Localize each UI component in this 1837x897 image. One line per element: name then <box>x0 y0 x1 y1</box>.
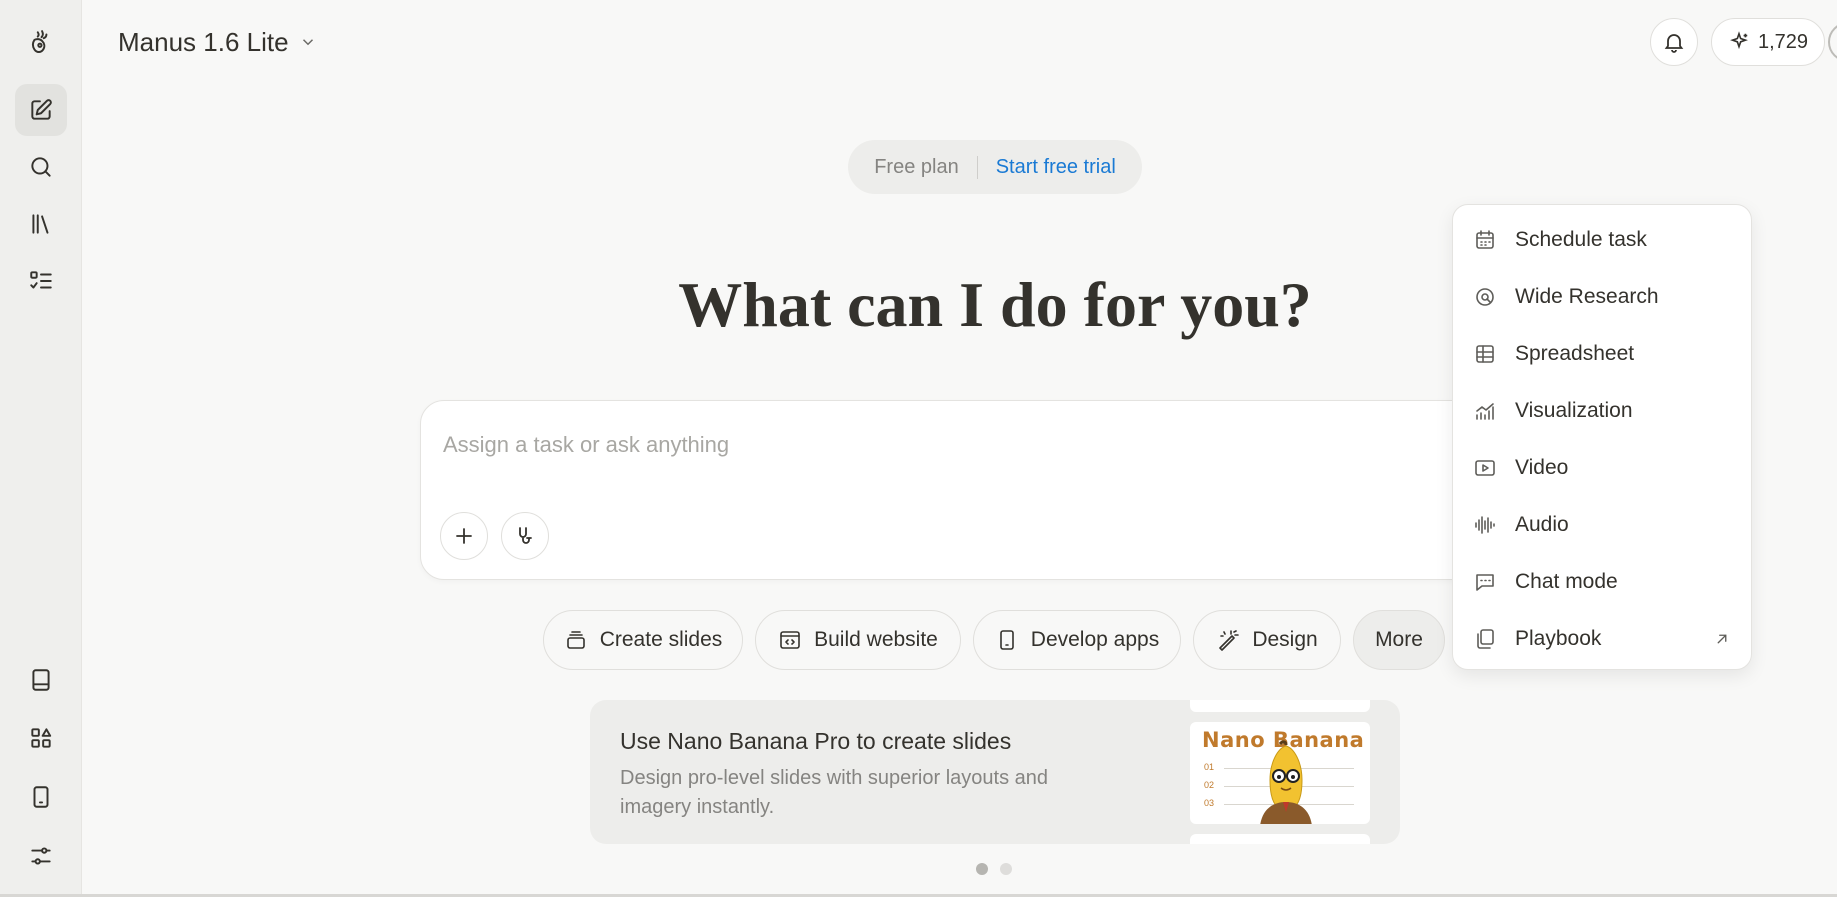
thumb-row-num: 01 <box>1204 762 1215 772</box>
sparkle-icon <box>1730 31 1748 50</box>
plan-banner: Free plan Start free trial <box>848 140 1142 194</box>
menu-item-label: Video <box>1515 456 1569 479</box>
promo-thumb-next <box>1190 834 1370 844</box>
settings-icon <box>31 847 51 865</box>
more-button[interactable]: More <box>1353 610 1445 670</box>
menu-item-label: Chat mode <box>1515 570 1618 593</box>
connectors-button[interactable] <box>501 512 549 560</box>
menu-item-label: Playbook <box>1515 627 1602 650</box>
menu-item-label: Schedule task <box>1515 228 1647 251</box>
model-selector[interactable]: Manus 1.6 Lite <box>118 24 317 60</box>
promo-card[interactable]: Use Nano Banana Pro to create slides Des… <box>590 700 1400 844</box>
menu-item-label: Visualization <box>1515 399 1633 422</box>
menu-item-wide-research[interactable]: Wide Research <box>1461 272 1745 322</box>
notifications-button[interactable] <box>1650 18 1698 66</box>
create-slides-button[interactable]: Create slides <box>543 610 743 670</box>
bell-icon <box>1664 34 1684 53</box>
playbook-icon <box>1477 629 1494 649</box>
tasks-icon <box>30 271 52 289</box>
plus-icon <box>456 528 472 544</box>
carousel-dot-1[interactable] <box>976 863 988 875</box>
menu-item-audio[interactable]: Audio <box>1461 500 1745 550</box>
chart-icon <box>1476 403 1494 420</box>
plug-icon <box>519 527 532 544</box>
phone-icon <box>999 630 1014 650</box>
banana-mascot-icon <box>1260 740 1312 824</box>
menu-item-visualization[interactable]: Visualization <box>1461 386 1745 436</box>
menu-item-label: Wide Research <box>1515 285 1659 308</box>
video-icon <box>1475 460 1495 476</box>
new-task-icon <box>31 99 52 120</box>
avatar[interactable] <box>1828 22 1837 62</box>
design-label: Design <box>1252 628 1318 651</box>
search-icon <box>31 157 51 177</box>
new-task-button[interactable] <box>15 84 67 136</box>
magic-wand-icon <box>1219 630 1240 651</box>
start-trial-link[interactable]: Start free trial <box>978 156 1116 179</box>
tasks-button[interactable] <box>15 255 67 307</box>
more-menu: Schedule task Wide Research Spreadsheet … <box>1452 204 1752 670</box>
menu-item-label: Audio <box>1515 513 1569 536</box>
credits-button[interactable]: 1,729 <box>1711 18 1825 66</box>
free-plan-label: Free plan <box>874 155 978 179</box>
website-icon <box>780 631 800 649</box>
mobile-icon <box>33 786 49 808</box>
promo-thumbnail: Nano Banana 01 02 03 <box>1190 722 1370 824</box>
globe-search-icon <box>1476 288 1494 306</box>
develop-apps-label: Develop apps <box>1030 628 1160 651</box>
build-website-button[interactable]: Build website <box>755 610 961 670</box>
settings-button[interactable] <box>15 830 67 882</box>
logo-icon[interactable] <box>15 16 67 68</box>
apps-icon <box>31 728 52 748</box>
develop-apps-button[interactable]: Develop apps <box>973 610 1181 670</box>
table-icon <box>1476 345 1494 363</box>
thumb-row-num: 03 <box>1204 798 1215 808</box>
menu-item-video[interactable]: Video <box>1461 443 1745 493</box>
thumb-row-num: 02 <box>1204 780 1215 790</box>
book-icon <box>32 669 50 691</box>
more-label: More <box>1375 628 1423 651</box>
external-link-icon <box>1717 634 1727 644</box>
menu-item-chat-mode[interactable]: Chat mode <box>1461 557 1745 607</box>
model-label: Manus 1.6 Lite <box>118 26 289 57</box>
waveform-icon <box>1475 516 1495 534</box>
library-icon <box>32 214 49 234</box>
create-slides-label: Create slides <box>599 628 723 651</box>
menu-item-label: Spreadsheet <box>1515 342 1635 365</box>
task-composer <box>420 400 1570 580</box>
calendar-icon <box>1476 230 1494 249</box>
credits-count: 1,729 <box>1757 30 1809 53</box>
menu-item-schedule-task[interactable]: Schedule task <box>1461 215 1745 265</box>
carousel-dot-2[interactable] <box>1000 863 1012 875</box>
page-title: What can I do for you? <box>678 269 1312 340</box>
build-website-label: Build website <box>814 628 938 651</box>
mobile-button[interactable] <box>15 771 67 823</box>
docs-button[interactable] <box>15 654 67 706</box>
chat-icon <box>1476 574 1494 591</box>
chevron-down-icon <box>302 39 313 46</box>
add-attachment-button[interactable] <box>440 512 488 560</box>
library-button[interactable] <box>15 198 67 250</box>
slides-icon <box>566 631 585 649</box>
apps-button[interactable] <box>15 712 67 764</box>
design-button[interactable]: Design <box>1193 610 1341 670</box>
menu-item-playbook[interactable]: Playbook <box>1461 614 1745 664</box>
promo-title: Use Nano Banana Pro to create slides <box>620 728 1012 754</box>
search-button[interactable] <box>15 141 67 193</box>
sidebar <box>0 0 82 897</box>
promo-thumb-previous <box>1190 700 1370 712</box>
menu-item-spreadsheet[interactable]: Spreadsheet <box>1461 329 1745 379</box>
app-root: Manus 1.6 Lite 1,729 Free plan Start fre… <box>0 0 1837 897</box>
promo-description: Design pro-level slides with superior la… <box>620 767 1048 818</box>
task-input[interactable] <box>443 425 1543 465</box>
